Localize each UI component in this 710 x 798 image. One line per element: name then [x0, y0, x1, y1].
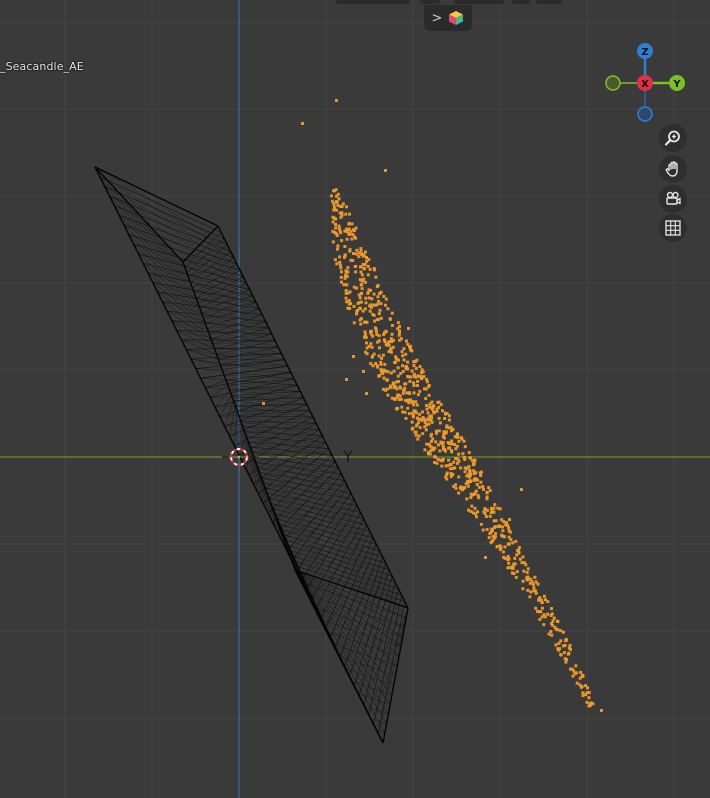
pan-hand-icon [665, 161, 678, 177]
grid-icon [665, 220, 681, 236]
svg-text:Z: Z [641, 47, 648, 58]
svg-text:X: X [641, 79, 649, 90]
pan-button[interactable] [659, 155, 687, 183]
camera-icon [666, 191, 681, 205]
selected-point-cloud[interactable] [262, 99, 603, 712]
gizmo-z[interactable]: Z [637, 43, 653, 59]
3d-viewport[interactable]: Y _Seacandle_AE > Z Y X [0, 0, 710, 798]
axis-label-y: Y [342, 447, 353, 466]
chevron-right-icon: > [431, 10, 443, 26]
editor-toggle-button[interactable]: > [424, 5, 472, 31]
zoom-button[interactable] [659, 124, 687, 152]
color-cube-icon [449, 11, 464, 25]
gizmo-neg-y[interactable] [605, 75, 621, 91]
navigation-gizmo[interactable]: Z Y X [600, 40, 692, 126]
camera-view-button[interactable] [659, 185, 687, 213]
gizmo-y[interactable]: Y [669, 75, 685, 91]
gizmo-neg-z[interactable] [637, 106, 653, 122]
gizmo-x[interactable]: X [637, 75, 653, 91]
object-name-label: _Seacandle_AE [0, 60, 84, 73]
zoom-icon [664, 130, 680, 146]
svg-text:Y: Y [672, 79, 681, 90]
toggle-projection-button[interactable] [659, 214, 687, 242]
